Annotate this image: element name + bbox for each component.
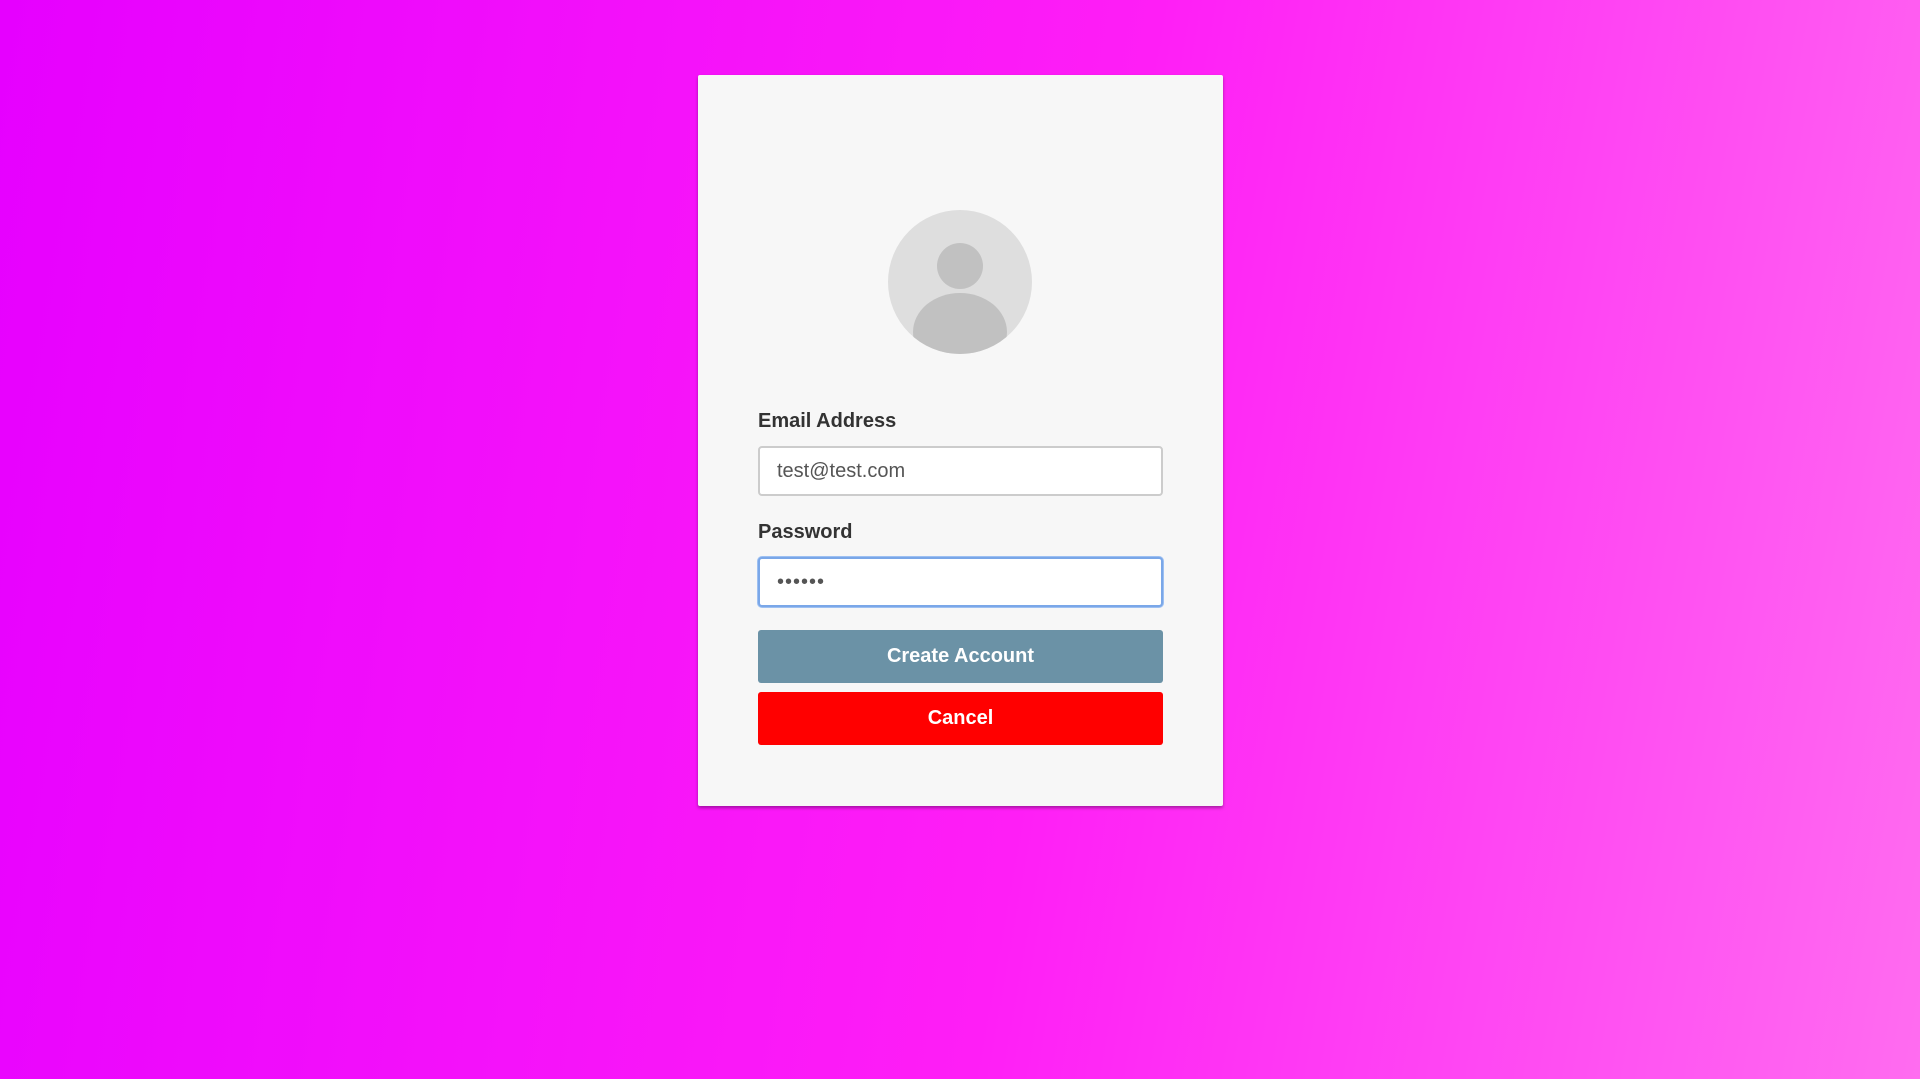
password-field[interactable] [758,557,1163,607]
email-field[interactable] [758,446,1163,496]
create-account-button[interactable]: Create Account [758,630,1163,683]
email-label: Email Address [758,410,897,432]
cancel-button[interactable]: Cancel [758,692,1163,745]
password-label: Password [758,521,853,543]
signup-card: Email Address Password Create Account Ca… [698,75,1223,806]
user-icon [913,243,1007,354]
avatar [888,210,1032,354]
